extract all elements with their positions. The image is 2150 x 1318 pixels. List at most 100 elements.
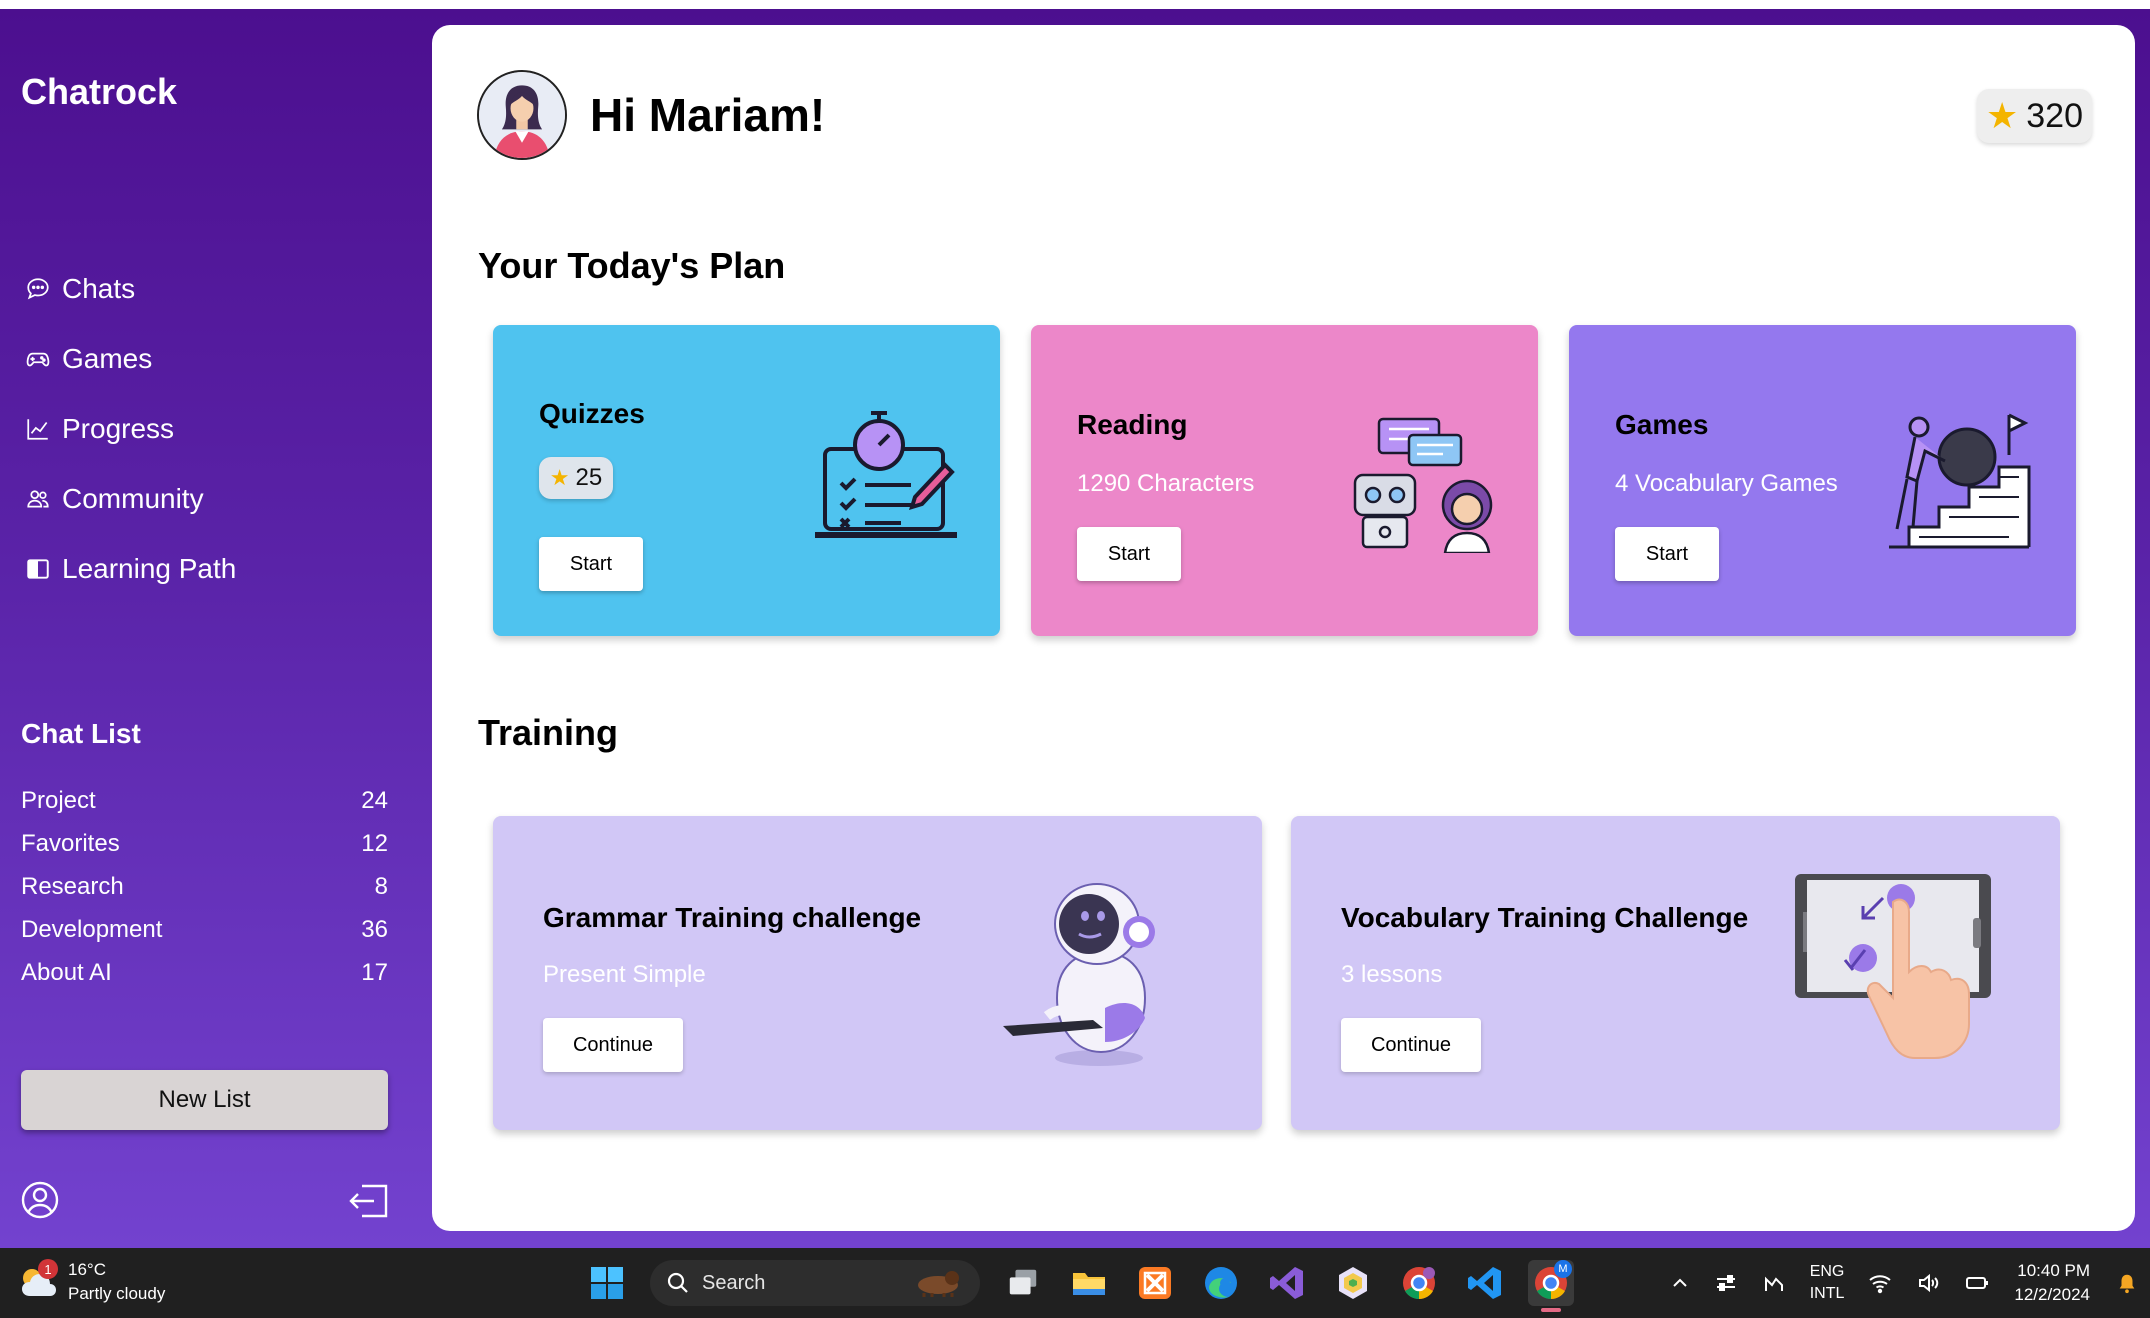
user-avatar[interactable] (477, 70, 567, 160)
vocabulary-continue-button[interactable]: Continue (1341, 1018, 1481, 1072)
gamepad-icon (24, 345, 52, 373)
star-icon: ★ (1985, 95, 2019, 136)
language-indicator[interactable]: ENG INTL (1810, 1261, 1845, 1305)
sidebar-item-learning-path[interactable]: Learning Path (24, 534, 236, 604)
card-title: Quizzes (539, 398, 645, 429)
network-bars-icon[interactable] (1762, 1271, 1786, 1295)
notification-bell-icon[interactable] (2116, 1272, 2138, 1294)
brand-logo-text: Chatrock (21, 71, 178, 112)
chat-list: Project 24 Favorites 12 Research 8 Developm… (21, 779, 388, 994)
chat-list-item-count: 8 (374, 872, 388, 900)
touchscreen-pinch-illustration (1793, 872, 1993, 1077)
card-subtitle: 3 lessons (1341, 961, 1443, 988)
plan-card-quizzes: Quizzes ★ 25 Start (493, 325, 1000, 636)
user-profile-icon[interactable] (20, 1180, 60, 1220)
window-top-edge (0, 0, 2150, 9)
clock-date: 12/2/2024 (2014, 1285, 2090, 1304)
points-value: 320 (2026, 96, 2083, 135)
chat-list-item[interactable]: About AI 17 (21, 951, 388, 994)
sidebar-item-label: Chats (62, 273, 136, 304)
chat-list-heading: Chat List (21, 718, 141, 749)
wifi-icon[interactable] (1868, 1271, 1892, 1295)
greeting-title: Hi Mariam! (590, 89, 826, 141)
quiz-points-badge: ★ 25 (539, 457, 613, 499)
weather-description: Partly cloudy (68, 1284, 166, 1303)
people-icon (24, 485, 52, 513)
quizzes-start-button[interactable]: Start (539, 537, 643, 591)
chrome-active-icon[interactable]: M (1528, 1260, 1574, 1312)
volume-icon[interactable] (1916, 1271, 1940, 1295)
edge-browser-icon[interactable] (1198, 1260, 1244, 1306)
xampp-icon[interactable] (1132, 1260, 1178, 1306)
chat-list-item-label: Research (21, 872, 124, 900)
sliders-icon[interactable] (1714, 1271, 1738, 1295)
training-section-title: Training (478, 712, 619, 753)
training-card-grammar: Grammar Training challenge Present Simpl… (493, 816, 1262, 1130)
robot-with-tablet-illustration (1001, 880, 1171, 1075)
webstorm-like-icon[interactable] (1330, 1260, 1376, 1306)
chat-list-item-count: 24 (361, 786, 388, 814)
robot-and-girl-chat-illustration (1349, 413, 1499, 558)
system-tray: ENG INTL 10:40 PM 12/2/2024 (1658, 1248, 2150, 1318)
weather-temperature: 16°C (68, 1260, 106, 1279)
card-title: Games (1615, 409, 1709, 440)
sidebar-item-label: Community (62, 483, 204, 514)
chat-list-item[interactable]: Research 8 (21, 865, 388, 908)
chat-list-item[interactable]: Project 24 (21, 779, 388, 822)
points-badge: ★ 320 (1977, 89, 2092, 143)
plan-card-games: Games 4 Vocabulary Games Start (1569, 325, 2076, 636)
windows-start-icon[interactable] (584, 1260, 630, 1306)
weather-notification-badge: 1 (38, 1259, 58, 1279)
logout-icon[interactable] (348, 1182, 390, 1220)
taskbar-apps: Search M (584, 1260, 1594, 1312)
chrome-profile-icon[interactable] (1396, 1260, 1442, 1306)
file-explorer-icon[interactable] (1066, 1260, 1112, 1306)
language-bottom: INTL (1809, 1285, 1845, 1302)
sidebar-item-progress[interactable]: Progress (24, 394, 236, 464)
chat-list-item[interactable]: Favorites 12 (21, 822, 388, 865)
plan-section-title: Your Today's Plan (478, 245, 786, 286)
app-window: Chatrock Chats Games Progress Community … (0, 9, 2150, 1248)
weather-widget[interactable]: 1 16°C Partly cloudy (18, 1258, 165, 1306)
sidebar-item-community[interactable]: Community (24, 464, 236, 534)
sidebar-item-games[interactable]: Games (24, 324, 236, 394)
visual-studio-icon[interactable] (1264, 1260, 1310, 1306)
reading-start-button[interactable]: Start (1077, 527, 1181, 581)
chat-bubble-icon (24, 275, 52, 303)
chat-list-item-label: Development (21, 915, 163, 943)
active-app-indicator (1541, 1308, 1561, 1312)
vscode-icon[interactable] (1462, 1260, 1508, 1306)
card-subtitle: 1290 Characters (1077, 470, 1255, 497)
quiz-laptop-illustration (811, 407, 961, 562)
sidebar-nav: Chats Games Progress Community Learning … (24, 254, 236, 604)
main-panel: Hi Mariam! ★ 320 Your Today's Plan Quizz… (432, 25, 2135, 1231)
chat-list-item-count: 12 (361, 829, 388, 857)
task-view-icon[interactable] (1000, 1260, 1046, 1306)
chat-list-item-label: About AI (21, 958, 112, 986)
games-start-button[interactable]: Start (1615, 527, 1719, 581)
card-subtitle: Present Simple (543, 961, 706, 988)
bison-search-highlight-icon (910, 1265, 966, 1302)
new-list-button[interactable]: New List (21, 1070, 388, 1130)
grammar-continue-button[interactable]: Continue (543, 1018, 683, 1072)
battery-icon[interactable] (1964, 1271, 1990, 1295)
taskbar-search-box[interactable]: Search (650, 1260, 980, 1306)
card-title: Vocabulary Training Challenge (1341, 902, 1749, 933)
stairs-goal-illustration (1879, 407, 2039, 562)
language-top: ENG (1809, 1263, 1845, 1280)
star-icon: ★ (549, 465, 570, 490)
taskbar-clock[interactable]: 10:40 PM 12/2/2024 (2014, 1259, 2090, 1307)
sidebar-item-label: Learning Path (62, 553, 237, 584)
chat-list-item[interactable]: Development 36 (21, 908, 388, 951)
chat-list-item-count: 36 (361, 915, 388, 943)
sidebar-item-chats[interactable]: Chats (24, 254, 236, 324)
quiz-points-value: 25 (575, 464, 603, 491)
sidebar-item-label: Games (62, 343, 153, 374)
chrome-profile-badge: M (1554, 1260, 1572, 1278)
clock-time: 10:40 PM (2017, 1261, 2090, 1280)
card-title: Grammar Training challenge (543, 902, 922, 933)
chevron-up-icon[interactable] (1670, 1273, 1690, 1293)
search-icon (667, 1272, 688, 1293)
plan-card-reading: Reading 1290 Characters Start (1031, 325, 1538, 636)
card-title: Reading (1077, 409, 1188, 440)
